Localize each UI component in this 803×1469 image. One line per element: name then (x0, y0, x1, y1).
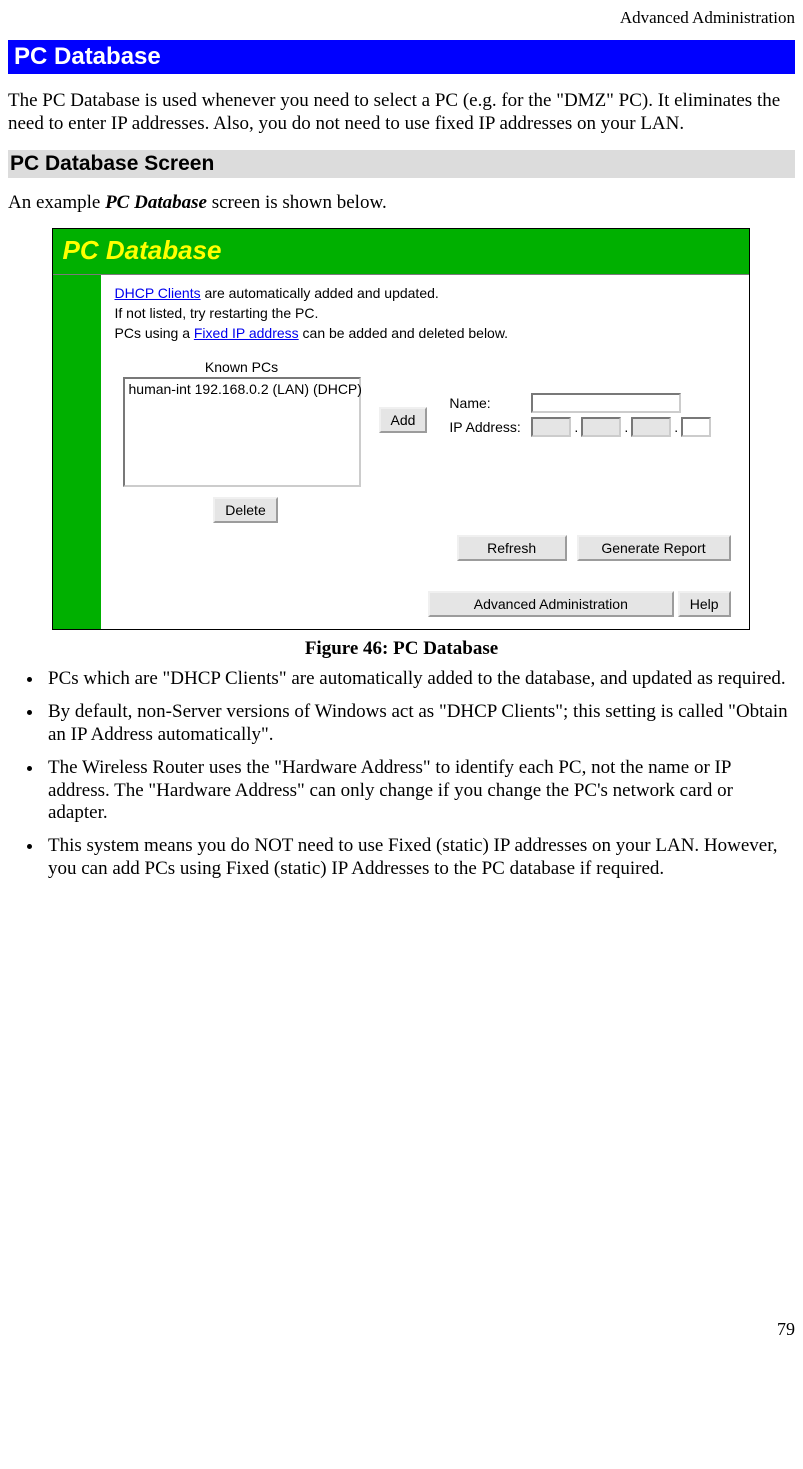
list-item: By default, non-Server versions of Windo… (44, 701, 795, 747)
info-line-3-prefix: PCs using a (115, 325, 194, 341)
screenshot-container: PC Database DHCP Clients are automatical… (52, 228, 750, 630)
refresh-button[interactable]: Refresh (457, 535, 567, 561)
example-suffix: screen is shown below. (207, 192, 387, 213)
info-line-3-suffix: can be added and deleted below. (299, 325, 508, 341)
example-prefix: An example (8, 192, 105, 213)
known-pcs-listbox[interactable]: human-int 192.168.0.2 (LAN) (DHCP) (123, 377, 361, 487)
ip-octet-3[interactable] (631, 417, 671, 437)
info-line-2: If not listed, try restarting the PC. (115, 305, 735, 321)
info-line-3: PCs using a Fixed IP address can be adde… (115, 325, 735, 341)
intro-paragraph: The PC Database is used whenever you nee… (8, 90, 795, 136)
ip-octet-4[interactable] (681, 417, 711, 437)
ip-octet-1[interactable] (531, 417, 571, 437)
help-button[interactable]: Help (678, 591, 731, 617)
info-line-1-rest: are automatically added and updated. (201, 285, 439, 301)
known-pcs-label: Known PCs (123, 359, 361, 375)
name-input[interactable] (531, 393, 681, 413)
page-number: 79 (8, 1319, 795, 1340)
dhcp-clients-link[interactable]: DHCP Clients (115, 285, 201, 301)
example-sentence: An example PC Database screen is shown b… (8, 192, 795, 215)
bullet-list: PCs which are "DHCP Clients" are automat… (8, 668, 795, 880)
ip-dot: . (624, 419, 628, 435)
list-item: PCs which are "DHCP Clients" are automat… (44, 668, 795, 691)
sidebar-green (53, 275, 101, 629)
ip-label: IP Address: (449, 419, 531, 435)
header-breadcrumb: Advanced Administration (8, 8, 795, 28)
list-item: The Wireless Router uses the "Hardware A… (44, 757, 795, 825)
ip-dot: . (574, 419, 578, 435)
info-line-1: DHCP Clients are automatically added and… (115, 285, 735, 301)
generate-report-button[interactable]: Generate Report (577, 535, 731, 561)
delete-button[interactable]: Delete (213, 497, 277, 523)
example-bold: PC Database (105, 192, 207, 213)
add-button[interactable]: Add (379, 407, 428, 433)
ip-dot: . (674, 419, 678, 435)
screenshot-title: PC Database (53, 229, 749, 275)
list-item: This system means you do NOT need to use… (44, 835, 795, 881)
fixed-ip-link[interactable]: Fixed IP address (194, 325, 299, 341)
advanced-administration-button[interactable]: Advanced Administration (428, 591, 674, 617)
figure-caption: Figure 46: PC Database (52, 638, 752, 660)
section-heading: PC Database Screen (8, 150, 795, 178)
list-item[interactable]: human-int 192.168.0.2 (LAN) (DHCP) (129, 381, 355, 397)
ip-octet-2[interactable] (581, 417, 621, 437)
page-title: PC Database (8, 40, 795, 74)
name-label: Name: (449, 395, 531, 411)
